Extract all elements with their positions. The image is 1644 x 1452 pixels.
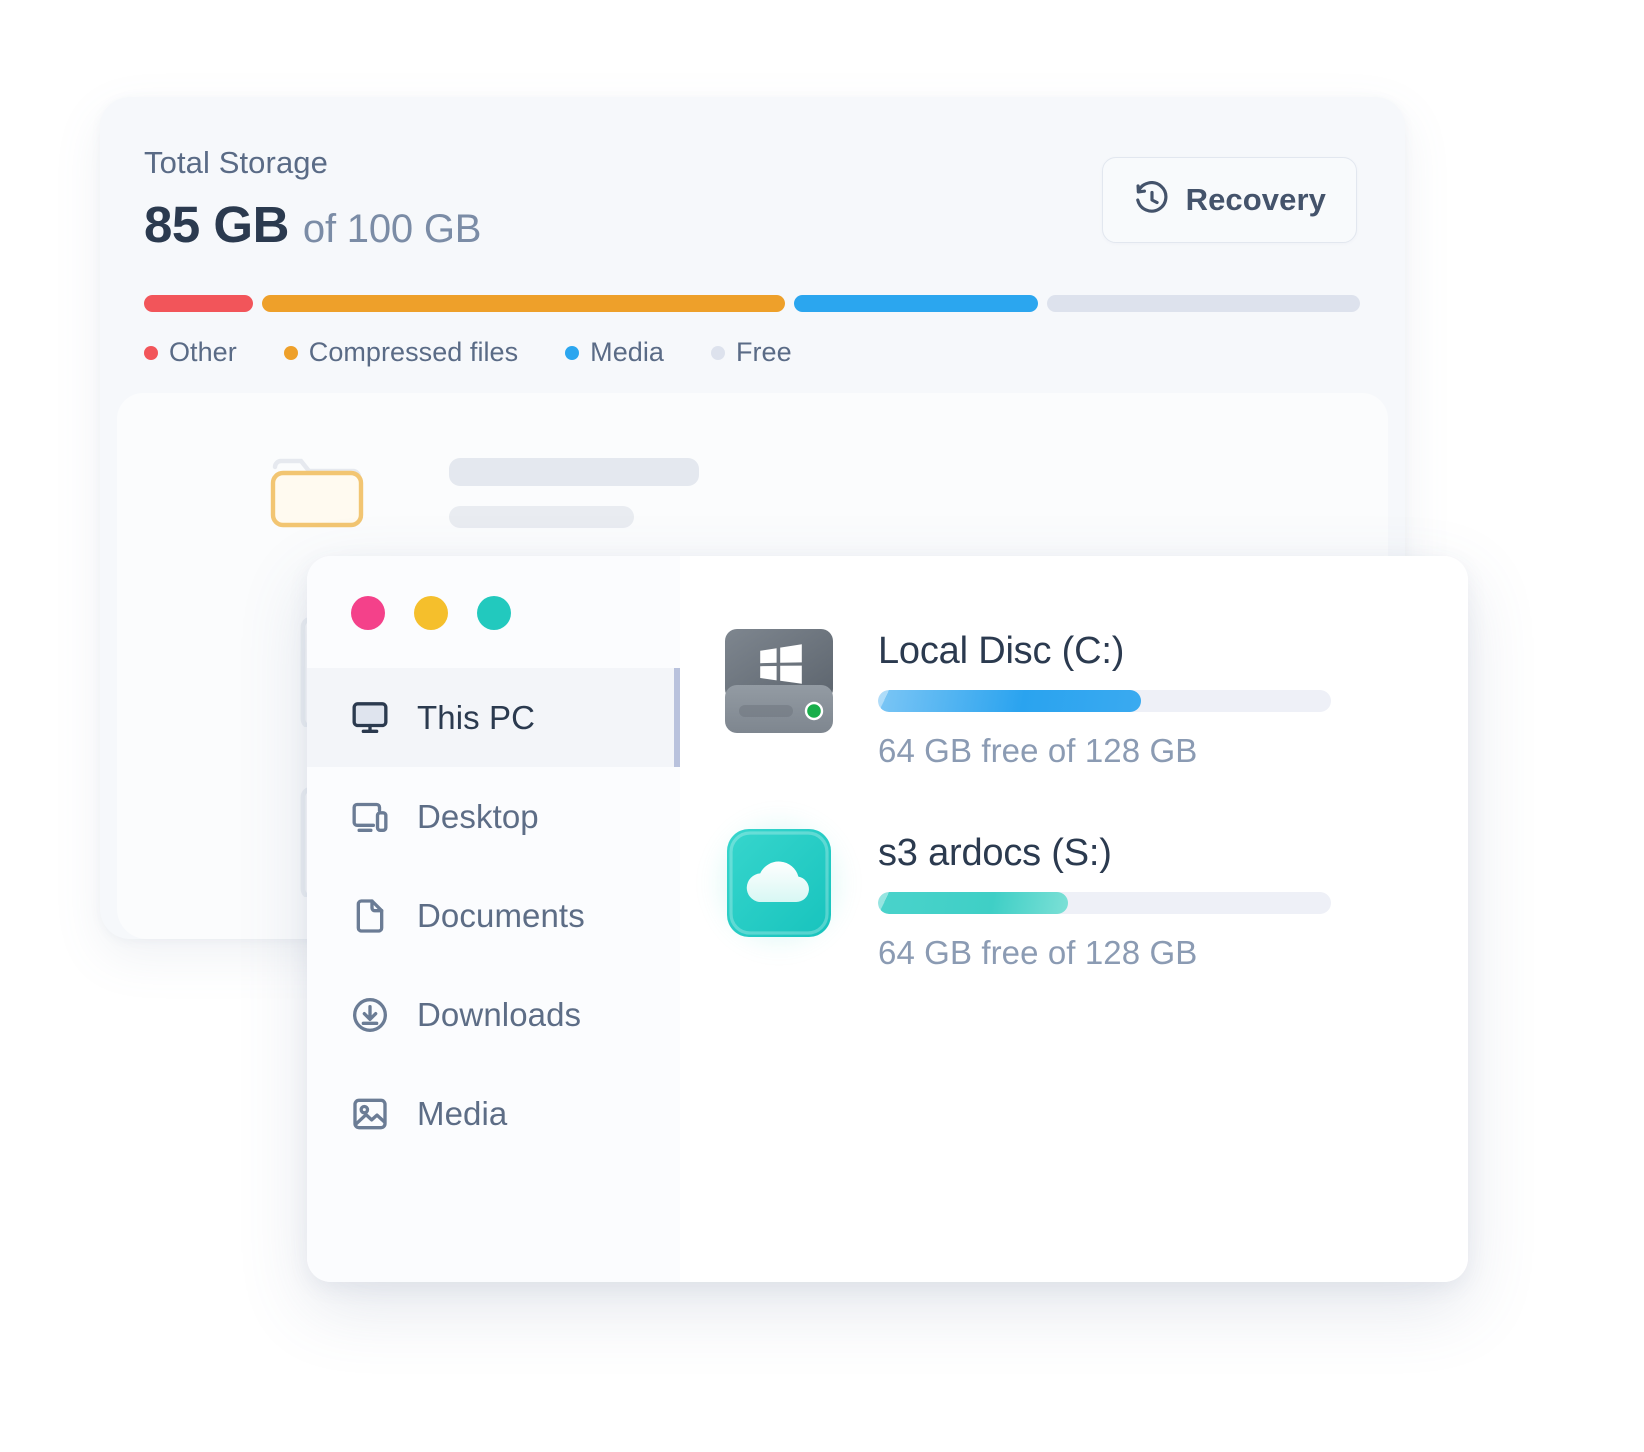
legend-label: Other xyxy=(169,337,237,367)
close-button[interactable] xyxy=(351,596,385,630)
drive-usage-fill xyxy=(878,690,1141,712)
storage-legend: Other Compressed files Media Free xyxy=(144,337,839,368)
image-icon xyxy=(349,1093,391,1135)
storage-used-value: 85 GB xyxy=(144,196,289,253)
recovery-button[interactable]: Recovery xyxy=(1101,157,1357,243)
window-controls xyxy=(307,556,680,666)
minimize-button[interactable] xyxy=(414,596,448,630)
drive-usage-text: 64 GB free of 128 GB xyxy=(878,732,1198,769)
drive-row-s3-ardocs-s[interactable]: s3 ardocs (S:) 64 GB free of 128 GB xyxy=(680,808,1468,972)
document-icon xyxy=(349,895,391,937)
storage-header: Total Storage 85 GB of 100 GB xyxy=(144,145,481,254)
sidebar-item-label: Media xyxy=(417,1094,508,1132)
drive-usage-bar xyxy=(878,892,1331,914)
storage-segment-media xyxy=(794,295,1038,312)
placeholder-bar xyxy=(449,506,634,528)
legend-label: Free xyxy=(735,337,792,367)
sidebar-item-this-pc[interactable]: This PC xyxy=(307,668,680,767)
legend-label: Compressed files xyxy=(308,337,519,367)
sidebar-item-label: This PC xyxy=(417,698,536,736)
sidebar: This PC Desktop Documents Downloads Medi… xyxy=(307,556,680,1282)
sidebar-item-label: Downloads xyxy=(417,995,582,1033)
drive-details: s3 ardocs (S:) 64 GB free of 128 GB xyxy=(878,820,1468,972)
placeholder-row xyxy=(267,455,699,531)
download-icon xyxy=(349,994,391,1036)
sidebar-item-desktop[interactable]: Desktop xyxy=(307,767,680,866)
windows-drive-icon xyxy=(716,618,842,744)
drive-row-local-disc-c[interactable]: Local Disc (C:) 64 GB free of 128 GB xyxy=(680,618,1468,770)
monitor-icon xyxy=(349,697,391,739)
sidebar-item-label: Documents xyxy=(417,896,585,934)
storage-dashboard: Total Storage 85 GB of 100 GB Recovery O… xyxy=(0,0,1644,1452)
folder-icon xyxy=(267,455,367,531)
maximize-button[interactable] xyxy=(477,596,511,630)
file-browser-window: This PC Desktop Documents Downloads Medi… xyxy=(307,556,1468,1282)
drive-name: Local Disc (C:) xyxy=(878,630,1125,672)
legend-label: Media xyxy=(590,337,664,367)
storage-total-value: of 100 GB xyxy=(302,207,482,251)
cloud-drive-icon xyxy=(704,808,854,958)
legend-dot-icon xyxy=(283,345,298,360)
sidebar-item-label: Desktop xyxy=(417,797,539,835)
storage-segment-free xyxy=(1046,295,1360,312)
sidebar-item-documents[interactable]: Documents xyxy=(307,866,680,965)
storage-segment-compressed xyxy=(262,295,786,312)
legend-dot-icon xyxy=(710,345,725,360)
legend-item-other: Other xyxy=(144,337,237,368)
storage-amount: 85 GB of 100 GB xyxy=(144,195,481,254)
history-clock-icon xyxy=(1133,181,1171,219)
drive-usage-fill xyxy=(878,892,1069,914)
page-title: Total Storage xyxy=(144,145,328,180)
drives-list: Local Disc (C:) 64 GB free of 128 GB s3 … xyxy=(680,556,1468,1282)
drive-name: s3 ardocs (S:) xyxy=(878,832,1112,874)
sidebar-item-media[interactable]: Media xyxy=(307,1064,680,1163)
drive-usage-text: 64 GB free of 128 GB xyxy=(878,934,1198,971)
storage-segment-other xyxy=(144,295,254,312)
legend-dot-icon xyxy=(144,345,158,360)
drive-usage-bar xyxy=(878,690,1331,712)
legend-item-compressed-files: Compressed files xyxy=(283,337,519,368)
drive-details: Local Disc (C:) 64 GB free of 128 GB xyxy=(878,618,1468,770)
sidebar-nav: This PC Desktop Documents Downloads Medi… xyxy=(307,666,680,1163)
storage-segmented-bar xyxy=(144,295,1360,312)
placeholder-text-lines xyxy=(449,458,699,528)
recovery-button-label: Recovery xyxy=(1185,182,1326,217)
legend-item-free: Free xyxy=(710,337,792,368)
legend-item-media: Media xyxy=(565,337,664,368)
placeholder-bar xyxy=(449,458,699,486)
devices-icon xyxy=(349,796,391,838)
legend-dot-icon xyxy=(565,345,580,360)
sidebar-item-downloads[interactable]: Downloads xyxy=(307,965,680,1064)
